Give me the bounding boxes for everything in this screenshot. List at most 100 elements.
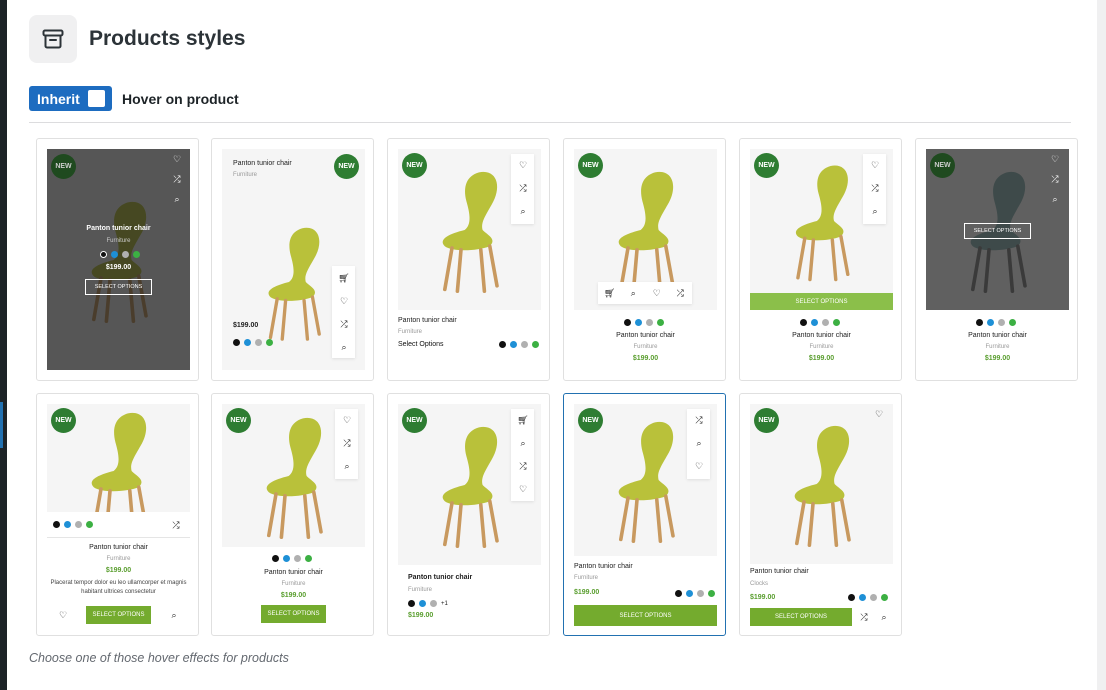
heart-icon[interactable]: ♡ — [517, 483, 529, 495]
shuffle-icon[interactable]: ⤮ — [338, 318, 350, 330]
swatch-black[interactable] — [848, 594, 855, 601]
hover-style-option-7[interactable]: NEW ⤮ Panton tunior chair Furniture $199… — [36, 393, 199, 636]
hover-style-option-6[interactable]: NEW ♡ ⤮ ⌕ SELECT OPTIONS Panton tunior c… — [915, 138, 1078, 381]
swatch-gray[interactable] — [75, 521, 82, 528]
shuffle-icon[interactable]: ⤮ — [674, 287, 686, 299]
swatch-blue[interactable] — [510, 341, 517, 348]
search-icon[interactable]: ⌕ — [878, 611, 890, 623]
heart-icon[interactable]: ♡ — [338, 295, 350, 307]
product-name[interactable]: Panton tunior chair — [408, 574, 472, 581]
product-name[interactable]: Panton tunior chair — [212, 569, 373, 576]
search-icon[interactable]: ⌕ — [341, 460, 353, 472]
swatch-black[interactable] — [272, 555, 279, 562]
search-icon[interactable]: ⌕ — [517, 437, 529, 449]
select-options-link[interactable]: Select Options — [398, 341, 444, 348]
hover-style-option-9[interactable]: NEW 🛒︎ ⌕ ⤮ ♡ Panton tunior chair Furnitu… — [387, 393, 550, 636]
swatch-black[interactable] — [233, 339, 240, 346]
product-name[interactable]: Panton tunior chair — [37, 544, 198, 551]
shuffle-icon[interactable]: ⤮ — [693, 414, 705, 426]
swatch-blue[interactable] — [686, 590, 693, 597]
cart-icon[interactable]: 🛒︎ — [338, 272, 350, 284]
swatch-black[interactable] — [624, 319, 631, 326]
shuffle-icon[interactable]: ⤮ — [858, 611, 870, 623]
select-options-button[interactable]: SELECT OPTIONS — [85, 279, 152, 295]
select-options-button[interactable]: SELECT OPTIONS — [261, 605, 326, 623]
swatch-gray[interactable] — [646, 319, 653, 326]
shuffle-icon[interactable]: ⤮ — [517, 460, 529, 472]
swatch-black[interactable] — [675, 590, 682, 597]
shuffle-icon[interactable]: ⤮ — [517, 182, 529, 194]
search-icon[interactable]: ⌕ — [627, 287, 639, 299]
swatch-gray[interactable] — [255, 339, 262, 346]
inherit-checkbox[interactable] — [87, 90, 105, 107]
swatch-black[interactable] — [100, 251, 107, 258]
product-name[interactable]: Panton tunior chair — [398, 317, 457, 324]
swatch-gray[interactable] — [998, 319, 1005, 326]
swatch-gray[interactable] — [122, 251, 129, 258]
shuffle-icon[interactable]: ⤮ — [1049, 173, 1061, 185]
hover-style-option-11[interactable]: NEW ♡ Panton tunior chair Clocks $199.00… — [739, 393, 902, 636]
product-name[interactable]: Panton tunior chair — [564, 332, 725, 339]
heart-icon[interactable]: ♡ — [57, 609, 69, 621]
search-icon[interactable]: ⌕ — [1049, 193, 1061, 205]
product-name[interactable]: Panton tunior chair — [916, 332, 1077, 339]
shuffle-icon[interactable]: ⤮ — [869, 182, 881, 194]
shuffle-icon[interactable]: ⤮ — [171, 173, 183, 185]
swatch-green[interactable] — [133, 251, 140, 258]
swatch-green[interactable] — [657, 319, 664, 326]
swatch-blue[interactable] — [64, 521, 71, 528]
swatch-green[interactable] — [833, 319, 840, 326]
swatch-gray[interactable] — [697, 590, 704, 597]
shuffle-icon[interactable]: ⤮ — [170, 519, 182, 531]
swatch-gray[interactable] — [430, 600, 437, 607]
swatch-black[interactable] — [408, 600, 415, 607]
search-icon[interactable]: ⌕ — [338, 341, 350, 353]
product-name[interactable]: Panton tunior chair — [740, 332, 901, 339]
product-name[interactable]: Panton tunior chair — [750, 568, 809, 575]
swatch-gray[interactable] — [870, 594, 877, 601]
swatch-blue[interactable] — [635, 319, 642, 326]
swatch-blue[interactable] — [811, 319, 818, 326]
product-name[interactable]: Panton tunior chair — [233, 160, 292, 167]
heart-icon[interactable]: ♡ — [869, 159, 881, 171]
search-icon[interactable]: ⌕ — [869, 205, 881, 217]
product-name[interactable]: Panton tunior chair — [574, 563, 633, 570]
swatch-blue[interactable] — [244, 339, 251, 346]
swatch-blue[interactable] — [283, 555, 290, 562]
swatch-blue[interactable] — [859, 594, 866, 601]
product-name[interactable]: Panton tunior chair — [37, 225, 198, 232]
swatch-blue[interactable] — [111, 251, 118, 258]
search-icon[interactable]: ⌕ — [693, 437, 705, 449]
swatch-blue[interactable] — [987, 319, 994, 326]
search-icon[interactable]: ⌕ — [517, 205, 529, 217]
heart-icon[interactable]: ♡ — [693, 460, 705, 472]
more-colors-count[interactable]: +1 — [441, 601, 448, 607]
heart-icon[interactable]: ♡ — [341, 414, 353, 426]
swatch-black[interactable] — [499, 341, 506, 348]
swatch-green[interactable] — [86, 521, 93, 528]
swatch-green[interactable] — [1009, 319, 1016, 326]
select-options-button[interactable]: SELECT OPTIONS — [964, 223, 1031, 239]
hover-style-option-4[interactable]: NEW 🛒︎ ⌕ ♡ ⤮ Panton tunior chair Furnitu… — [563, 138, 726, 381]
heart-icon[interactable]: ♡ — [517, 159, 529, 171]
hover-style-option-3[interactable]: NEW ♡ ⤮ ⌕ Panton tunior chair Furniture … — [387, 138, 550, 381]
select-options-button[interactable]: SELECT OPTIONS — [750, 293, 893, 310]
swatch-green[interactable] — [532, 341, 539, 348]
swatch-gray[interactable] — [822, 319, 829, 326]
swatch-black[interactable] — [976, 319, 983, 326]
hover-style-option-2[interactable]: Panton tunior chair Furniture NEW 🛒︎ ♡ ⤮… — [211, 138, 374, 381]
search-icon[interactable]: ⌕ — [171, 193, 183, 205]
search-icon[interactable]: ⌕ — [168, 609, 180, 621]
select-options-button[interactable]: SELECT OPTIONS — [86, 606, 151, 624]
shuffle-icon[interactable]: ⤮ — [341, 437, 353, 449]
cart-icon[interactable]: 🛒︎ — [604, 287, 616, 299]
swatch-black[interactable] — [53, 521, 60, 528]
inherit-toggle[interactable]: Inherit — [29, 86, 112, 111]
swatch-green[interactable] — [881, 594, 888, 601]
hover-style-option-8[interactable]: NEW ♡ ⤮ ⌕ Panton tunior chair Furniture … — [211, 393, 374, 636]
swatch-green[interactable] — [708, 590, 715, 597]
hover-style-option-10[interactable]: NEW ⤮ ⌕ ♡ Panton tunior chair Furniture … — [563, 393, 726, 636]
heart-icon[interactable]: ♡ — [651, 287, 663, 299]
hover-style-option-5[interactable]: NEW ♡ ⤮ ⌕ SELECT OPTIONS Panton tunior c… — [739, 138, 902, 381]
swatch-blue[interactable] — [419, 600, 426, 607]
